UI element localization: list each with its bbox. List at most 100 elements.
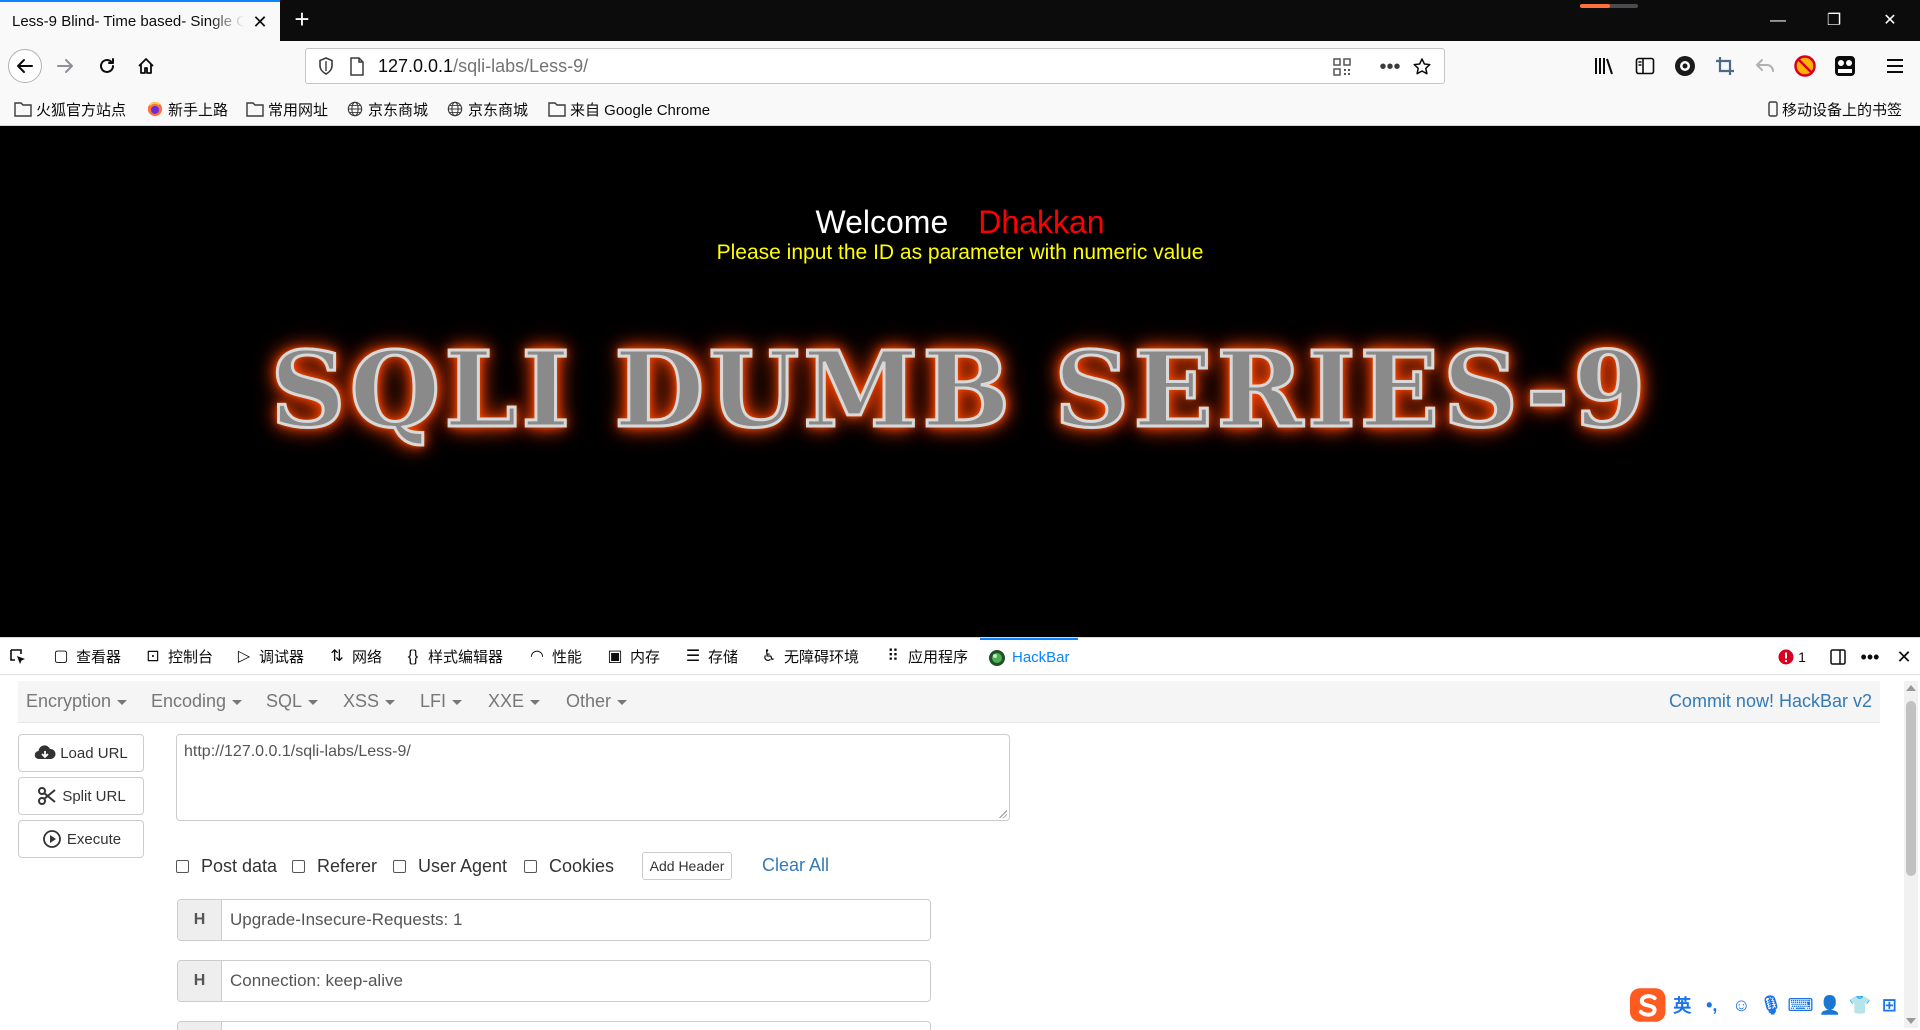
sogou-logo-icon[interactable] — [1628, 986, 1667, 1024]
checkbox-box[interactable] — [292, 860, 305, 873]
tab-strip: Less-9 Blind- Time based- Single Quotes-… — [0, 0, 1920, 41]
scroll-up-arrow-icon[interactable] — [1906, 685, 1916, 691]
bookmark-item[interactable]: 常用网址 — [246, 98, 328, 120]
post-data-checkbox[interactable]: Post data — [176, 856, 277, 877]
commit-link[interactable]: Commit now! HackBar v2 — [1669, 691, 1872, 712]
undo-extension-icon[interactable] — [1750, 51, 1780, 81]
scroll-thumb[interactable] — [1906, 701, 1916, 876]
console-icon: ⊡ — [146, 647, 160, 665]
bookmark-star-icon[interactable] — [1410, 55, 1434, 79]
hamburger-menu-icon[interactable] — [1880, 51, 1910, 81]
tab-accessibility[interactable]: ♿ 无障碍环境 — [760, 638, 859, 675]
header-row[interactable] — [177, 1021, 931, 1030]
tab-hackbar[interactable]: HackBar — [980, 638, 1078, 675]
tab-storage[interactable]: ☰ 存储 — [684, 638, 738, 675]
dock-side-icon[interactable] — [1826, 646, 1850, 668]
tab-style-editor[interactable]: {} 样式编辑器 — [404, 638, 503, 675]
toolbox-grid-icon[interactable]: ⊞ — [1874, 995, 1904, 1016]
minimize-icon[interactable]: — — [1750, 0, 1806, 41]
scroll-down-arrow-icon[interactable] — [1906, 1018, 1916, 1024]
menu-label: XXE — [488, 691, 525, 711]
close-window-icon[interactable]: ✕ — [1862, 0, 1918, 41]
new-tab-icon[interactable]: + — [288, 6, 316, 34]
sidebar-icon[interactable] — [1630, 51, 1660, 81]
checkbox-box[interactable] — [176, 860, 189, 873]
menu-other[interactable]: Other — [566, 691, 628, 712]
tampermonkey-icon[interactable] — [1830, 51, 1860, 81]
load-url-button[interactable]: Load URL — [18, 734, 144, 772]
hackbar-scrollbar[interactable] — [1904, 681, 1918, 1028]
bookmark-item[interactable]: 火狐官方站点 — [14, 98, 126, 120]
url-text[interactable]: 127.0.0.1/sqli-labs/Less-9/ — [378, 56, 588, 77]
reload-icon[interactable] — [90, 49, 124, 83]
checkbox-box[interactable] — [393, 860, 406, 873]
bookmark-item[interactable]: 来自 Google Chrome — [548, 98, 710, 120]
user-agent-checkbox[interactable]: User Agent — [393, 856, 507, 877]
referer-checkbox[interactable]: Referer — [292, 856, 377, 877]
tab-network[interactable]: ⇅ 网络 — [328, 638, 382, 675]
ime-language-toggle[interactable]: 英 — [1667, 992, 1697, 1018]
screenshot-crop-icon[interactable] — [1710, 51, 1740, 81]
tab-active[interactable]: Less-9 Blind- Time based- Single Quotes-… — [0, 0, 280, 41]
element-picker-icon[interactable] — [8, 638, 28, 675]
tab-close-icon[interactable]: ✕ — [250, 12, 270, 32]
menu-xss[interactable]: XSS — [343, 691, 396, 712]
resize-grip-icon[interactable] — [998, 809, 1007, 818]
url-bar[interactable]: 127.0.0.1/sqli-labs/Less-9/ ••• — [305, 48, 1445, 84]
add-header-button[interactable]: Add Header — [642, 852, 732, 880]
user-icon[interactable]: 👤 — [1815, 995, 1845, 1016]
header-value[interactable]: Upgrade-Insecure-Requests: 1 — [230, 910, 462, 930]
tab-inspector[interactable]: ▢ 查看器 — [52, 638, 121, 675]
welcome-line: Welcome Dhakkan — [0, 204, 1920, 241]
bookmark-label: 新手上路 — [168, 101, 229, 119]
menu-sql[interactable]: SQL — [266, 691, 319, 712]
back-arrow-icon[interactable] — [8, 49, 42, 83]
menu-xxe[interactable]: XXE — [488, 691, 541, 712]
block-extension-icon[interactable] — [1790, 51, 1820, 81]
tab-performance[interactable]: ◠ 性能 — [528, 638, 582, 675]
cookies-checkbox[interactable]: Cookies — [524, 856, 614, 877]
library-icon[interactable] — [1590, 51, 1620, 81]
qr-code-icon[interactable] — [1330, 55, 1354, 79]
url-value: http://127.0.0.1/sqli-labs/Less-9/ — [184, 743, 411, 760]
execute-button[interactable]: Execute — [18, 820, 144, 858]
tab-application[interactable]: ⠿ 应用程序 — [884, 638, 968, 675]
ime-punctuation-toggle[interactable]: •, — [1697, 995, 1727, 1016]
mobile-bookmarks[interactable]: 移动设备上的书签 — [1768, 98, 1902, 120]
bookmark-item[interactable]: 京东商城 — [346, 98, 428, 120]
checkbox-label: Post data — [201, 856, 278, 876]
home-icon[interactable] — [129, 49, 163, 83]
bookmark-item[interactable]: 京东商城 — [446, 98, 528, 120]
skin-shirt-icon[interactable]: 👕 — [1845, 995, 1875, 1016]
tracking-shield-icon[interactable] — [316, 56, 336, 76]
menu-encoding[interactable]: Encoding — [151, 691, 243, 712]
bookmark-item[interactable]: 新手上路 — [146, 98, 228, 120]
profile-extension-icon[interactable] — [1670, 51, 1700, 81]
page-actions-icon[interactable]: ••• — [1378, 55, 1402, 79]
header-row[interactable]: H Upgrade-Insecure-Requests: 1 — [177, 899, 931, 941]
tab-debugger[interactable]: ▷ 调试器 — [235, 638, 304, 675]
restore-icon[interactable]: ❐ — [1806, 0, 1862, 41]
split-url-button[interactable]: Split URL — [18, 777, 144, 815]
checkbox-box[interactable] — [524, 860, 537, 873]
tab-console[interactable]: ⊡ 控制台 — [144, 638, 213, 675]
keyboard-icon[interactable]: ⌨ — [1786, 995, 1816, 1016]
clear-all-link[interactable]: Clear All — [762, 855, 829, 876]
globe-icon — [347, 101, 363, 117]
emoji-icon[interactable]: ☺ — [1727, 995, 1757, 1016]
forward-arrow-icon[interactable] — [48, 49, 82, 83]
header-row[interactable]: H Connection: keep-alive — [177, 960, 931, 1002]
checkbox-label: Referer — [317, 856, 378, 876]
memory-icon: ▣ — [607, 647, 623, 665]
url-textarea[interactable]: http://127.0.0.1/sqli-labs/Less-9/ — [176, 734, 1010, 821]
devtools-close-icon[interactable]: ✕ — [1892, 646, 1916, 668]
menu-lfi[interactable]: LFI — [420, 691, 463, 712]
page-info-icon[interactable] — [348, 57, 366, 76]
microphone-icon[interactable]: 🎙 — [1756, 995, 1786, 1016]
menu-encryption[interactable]: Encryption — [26, 691, 128, 712]
devtools-menu-icon[interactable]: ••• — [1858, 646, 1882, 668]
header-value[interactable]: Connection: keep-alive — [230, 971, 403, 991]
globe-icon — [447, 101, 463, 117]
error-count-badge[interactable]: 1 — [1774, 646, 1810, 668]
tab-memory[interactable]: ▣ 内存 — [606, 638, 660, 675]
